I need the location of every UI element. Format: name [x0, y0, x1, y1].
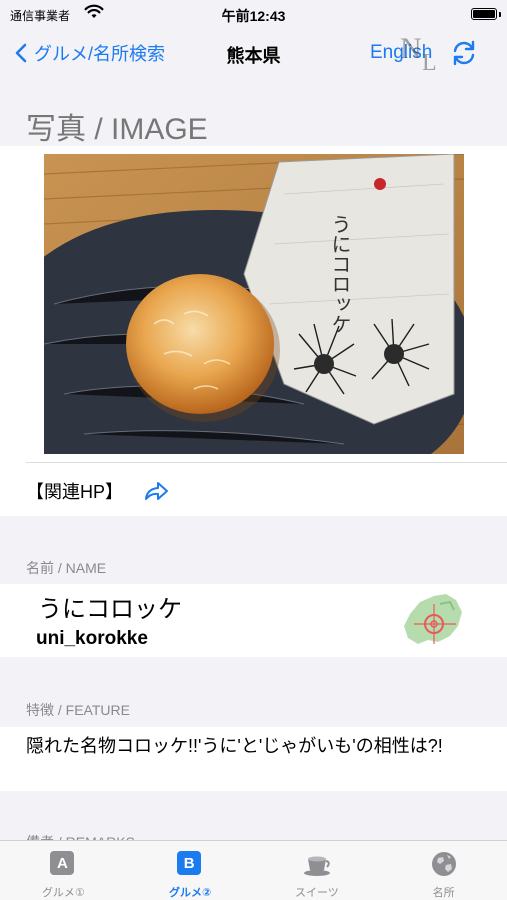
tab-gourmet-2[interactable]: B グルメ② — [127, 841, 254, 900]
image-section-title: 写真 / IMAGE — [26, 113, 208, 146]
letter-a-icon: A — [50, 851, 76, 877]
globe-icon — [431, 852, 456, 876]
clock: 午前12:43 — [221, 8, 286, 24]
tab-label: グルメ① — [41, 887, 85, 899]
status-bar: 通信事業者 午前12:43 — [0, 0, 507, 28]
tab-spots[interactable]: 名所 — [380, 841, 507, 900]
packaging-text: うにコロッケ — [328, 214, 352, 334]
tab-label: グルメ② — [168, 887, 212, 899]
related-hp-label: 【関連HP】 — [26, 482, 124, 502]
refresh-icon[interactable] — [449, 38, 479, 68]
divider — [26, 462, 507, 463]
image-card: うにコロッケ 【関連HP】 — [0, 146, 507, 516]
letter-b-icon: B — [177, 851, 203, 877]
navigation-bar: グルメ/名所検索 熊本県 English N L — [0, 28, 507, 78]
battery-tip — [499, 12, 501, 17]
tab-label: 名所 — [432, 887, 455, 899]
tab-sweets[interactable]: スイーツ — [254, 841, 381, 900]
name-card: うにコロッケ uni_korokke — [0, 584, 507, 657]
feature-caption: 特徴 / FEATURE — [26, 702, 130, 718]
name-romaji: uni_korokke — [36, 628, 148, 649]
food-photo-illustration: うにコロッケ — [44, 154, 464, 454]
coffee-cup-icon — [303, 856, 330, 876]
name-caption: 名前 / NAME — [26, 560, 107, 576]
related-hp-row[interactable]: 【関連HP】 — [26, 478, 169, 504]
tab-bar: A グルメ① B グルメ② スイーツ 名所 — [0, 840, 507, 900]
logo-letter-n: N — [400, 32, 422, 65]
share-arrow-icon[interactable] — [143, 480, 169, 502]
food-photo: うにコロッケ — [44, 154, 464, 454]
tab-label: スイーツ — [294, 887, 339, 899]
battery-icon — [471, 8, 497, 20]
tab-gourmet-1[interactable]: A グルメ① — [0, 841, 127, 900]
name-japanese: うにコロッケ — [38, 596, 182, 623]
logo-letter-l: L — [422, 50, 437, 76]
map-location-icon[interactable] — [400, 590, 468, 650]
nl-logo: N L — [394, 32, 448, 78]
feature-card: 隠れた名物コロッケ!!'うに'と'じゃがいも'の相性は?! — [0, 727, 507, 791]
feature-text: 隠れた名物コロッケ!!'うに'と'じゃがいも'の相性は?! — [26, 736, 443, 756]
